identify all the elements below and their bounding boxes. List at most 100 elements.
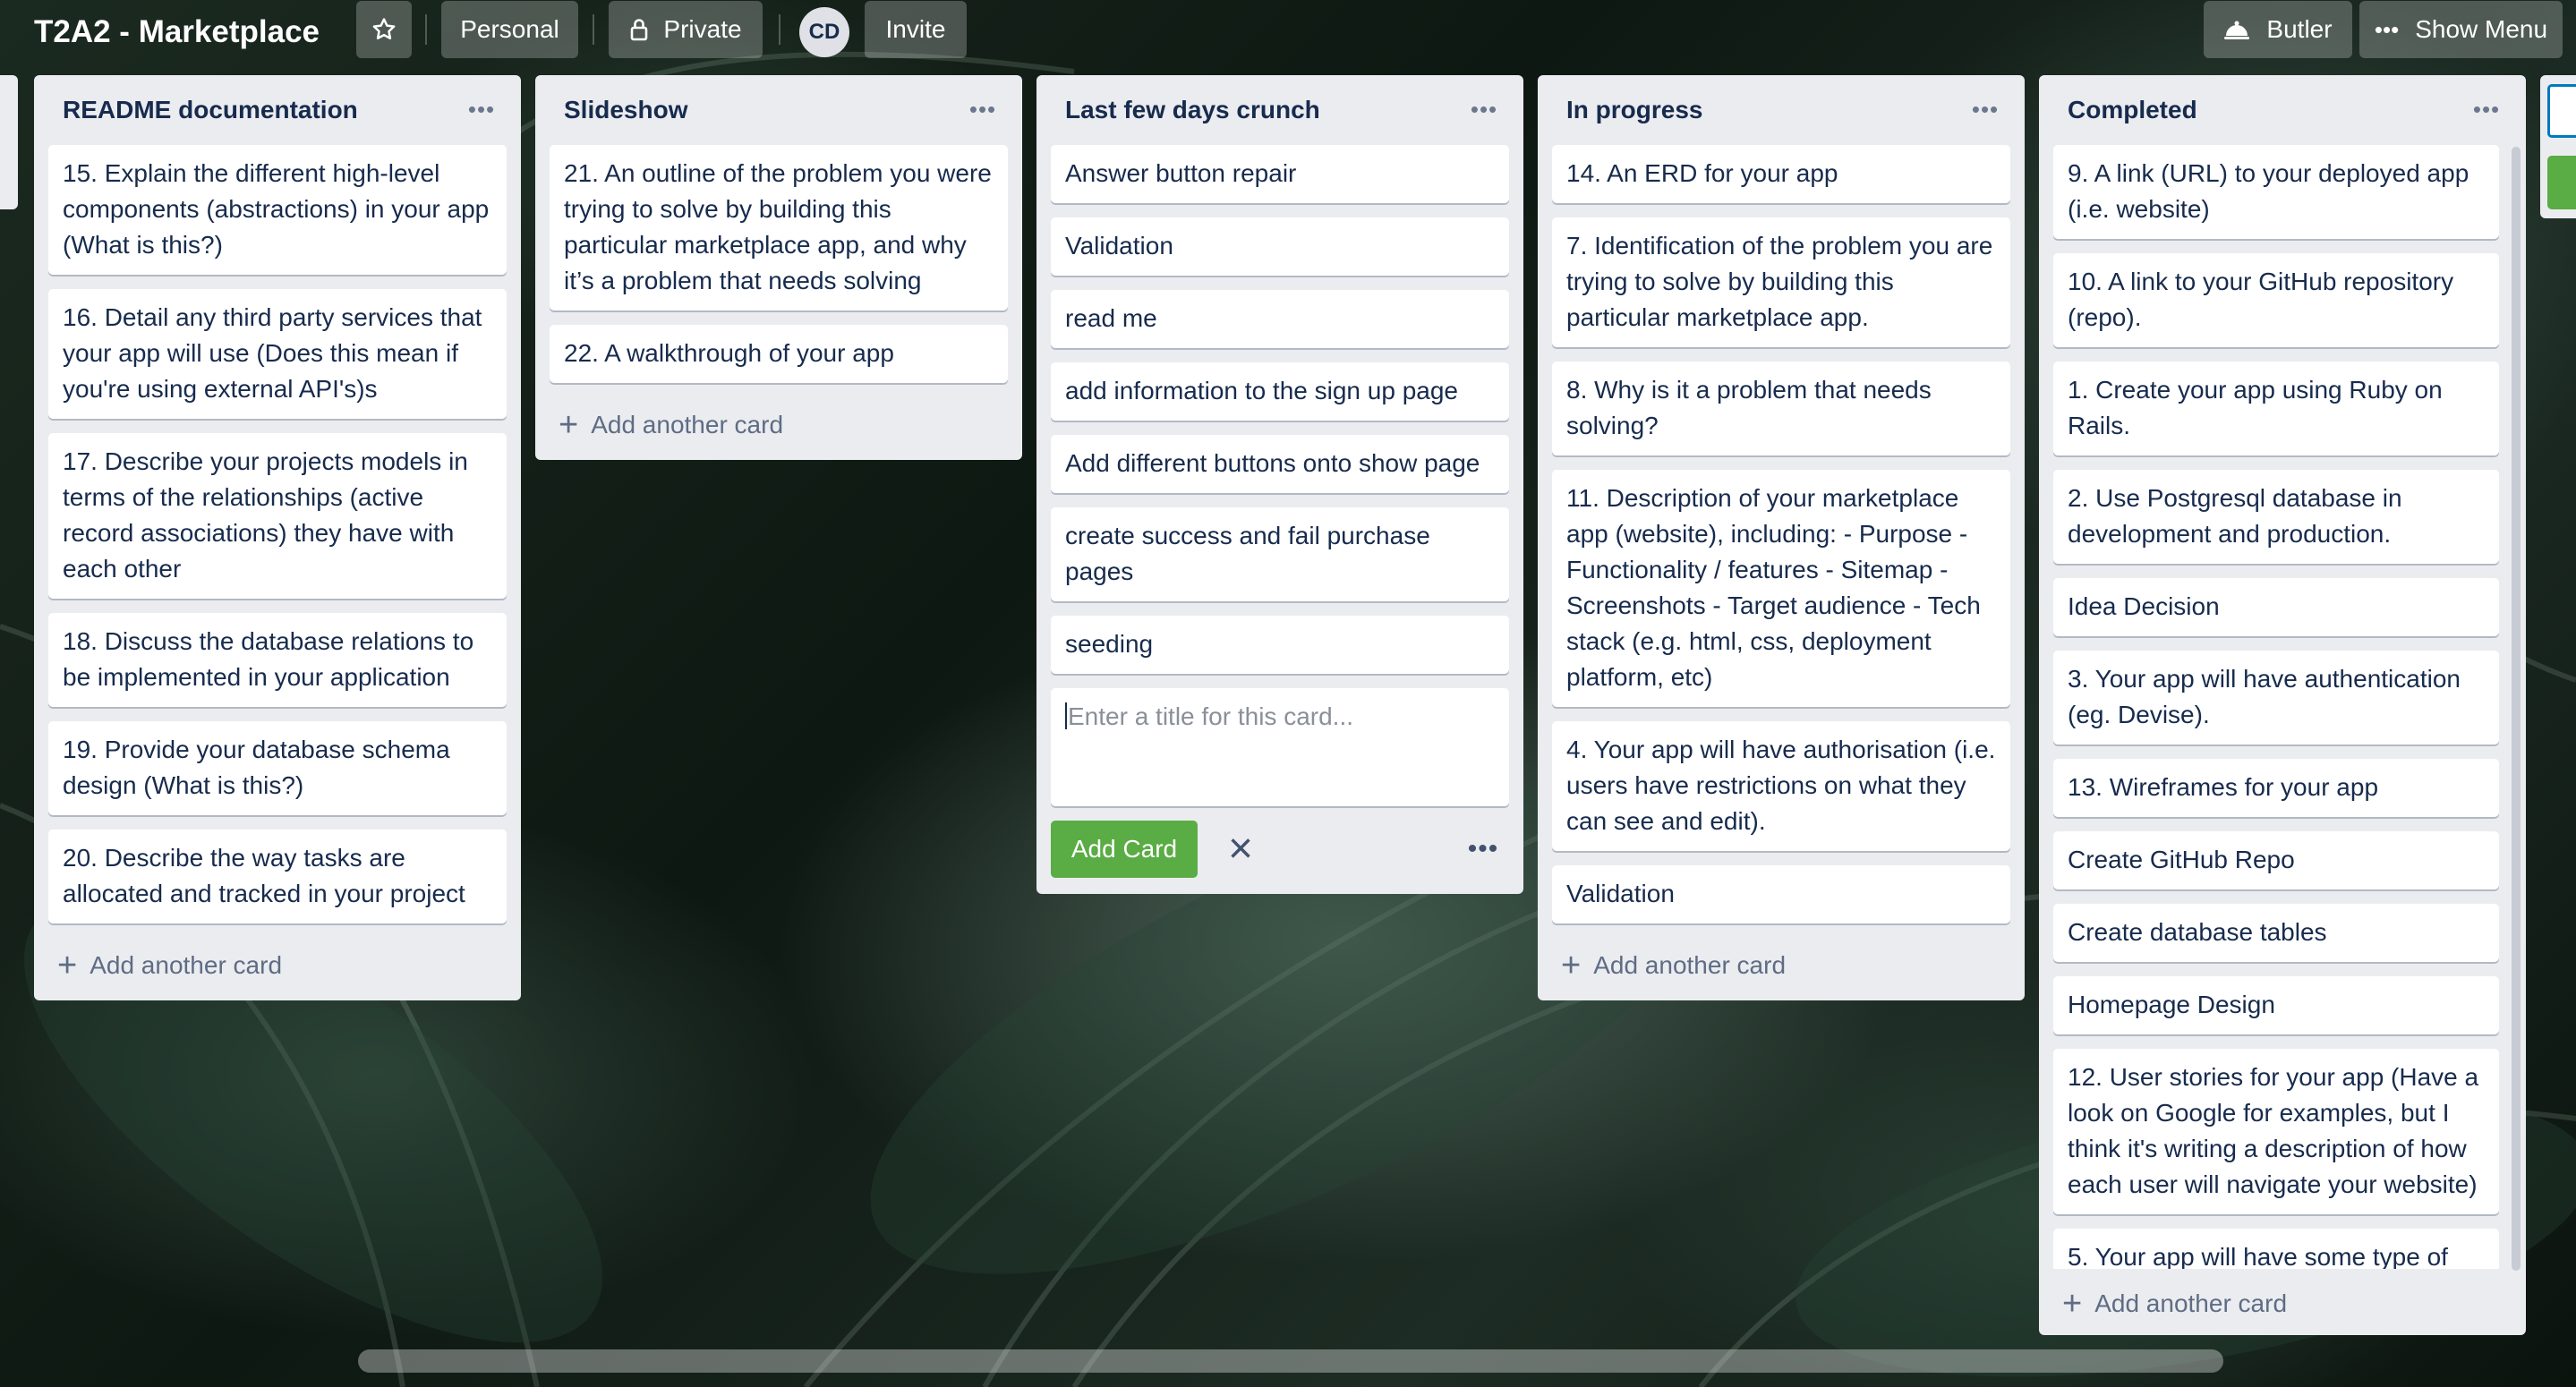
card[interactable]: 16. Detail any third party services that… <box>48 289 507 419</box>
card-scroll-area[interactable]: 9. A link (URL) to your deployed app (i.… <box>2039 145 2526 1269</box>
card[interactable]: 12. User stories for your app (Have a lo… <box>2053 1049 2499 1214</box>
card[interactable]: create success and fail purchase pages <box>1051 507 1509 601</box>
card[interactable]: 20. Describe the way tasks are allocated… <box>48 830 507 923</box>
card[interactable]: 8. Why is it a problem that needs solvin… <box>1552 362 2010 455</box>
card-list: 15. Explain the different high-level com… <box>34 145 521 923</box>
list-in-progress: In progress ••• 14. An ERD for your app … <box>1538 75 2025 1000</box>
header-divider <box>593 14 594 45</box>
ellipsis-icon[interactable]: ••• <box>1466 93 1502 125</box>
card[interactable]: Create database tables <box>2053 904 2499 962</box>
card[interactable]: 7. Identification of the problem you are… <box>1552 217 2010 347</box>
list-title[interactable]: In progress <box>1566 95 1702 125</box>
team-visibility-label: Personal <box>460 15 559 43</box>
butler-label: Butler <box>2266 15 2333 43</box>
vertical-scrollbar[interactable] <box>2512 147 2521 1271</box>
header-divider <box>779 14 780 45</box>
member-avatar[interactable]: CD <box>799 7 849 57</box>
list-header: In progress ••• <box>1538 75 2025 145</box>
list-header: Last few days crunch ••• <box>1036 75 1523 145</box>
butler-button[interactable]: Butler <box>2204 1 2352 58</box>
header-divider <box>425 14 427 45</box>
privacy-label: Private <box>663 15 742 43</box>
list-readme-documentation: README documentation ••• 15. Explain the… <box>34 75 521 1000</box>
ellipsis-icon[interactable]: ••• <box>2469 93 2504 125</box>
card[interactable]: 2. Use Postgresql database in developmen… <box>2053 470 2499 564</box>
card[interactable]: seeding <box>1051 616 1509 674</box>
board-header: T2A2 - Marketplace Personal Private CD I… <box>0 0 2576 68</box>
text-caret <box>1065 702 1067 729</box>
card[interactable]: read me <box>1051 290 1509 348</box>
card[interactable]: 9. A link (URL) to your deployed app (i.… <box>2053 145 2499 239</box>
card[interactable]: 4. Your app will have authorisation (i.e… <box>1552 721 2010 851</box>
partial-list-left <box>0 75 18 209</box>
card[interactable]: Create GitHub Repo <box>2053 831 2499 889</box>
list-header: Slideshow ••• <box>535 75 1022 145</box>
card[interactable]: Add different buttons onto show page <box>1051 435 1509 493</box>
add-list-button[interactable] <box>2547 156 2576 209</box>
add-card-label: Add another card <box>90 951 283 979</box>
team-visibility-button[interactable]: Personal <box>441 1 578 58</box>
show-menu-label: Show Menu <box>2415 15 2548 43</box>
card[interactable]: Answer button repair <box>1051 145 1509 203</box>
list-title[interactable]: Last few days crunch <box>1065 95 1320 125</box>
add-card-label: Add another card <box>591 411 784 438</box>
card[interactable]: Validation <box>1051 217 1509 276</box>
board-title[interactable]: T2A2 - Marketplace <box>34 13 320 52</box>
card[interactable]: 10. A link to your GitHub repository (re… <box>2053 253 2499 347</box>
card[interactable]: 11. Description of your marketplace app … <box>1552 470 2010 707</box>
list-last-few-days-crunch: Last few days crunch ••• Answer button r… <box>1036 75 1523 894</box>
card-list: 9. A link (URL) to your deployed app (i.… <box>2039 145 2526 1269</box>
show-menu-button[interactable]: ••• Show Menu <box>2359 1 2563 58</box>
card[interactable]: Homepage Design <box>2053 976 2499 1034</box>
add-list-composer-partial <box>2540 75 2576 218</box>
card[interactable]: 15. Explain the different high-level com… <box>48 145 507 275</box>
card-title-placeholder: Enter a title for this card... <box>1068 702 1354 730</box>
member-initials: CD <box>808 20 840 44</box>
privacy-button[interactable]: Private <box>609 1 763 58</box>
list-title[interactable]: README documentation <box>63 95 358 125</box>
add-card-button[interactable]: + Add another card <box>2053 1276 2510 1332</box>
ellipsis-icon[interactable]: ••• <box>965 93 1001 125</box>
card[interactable]: 13. Wireframes for your app <box>2053 759 2499 817</box>
butler-bell-icon <box>2224 21 2250 39</box>
card-list: 21. An outline of the problem you were t… <box>535 145 1022 383</box>
lock-icon <box>631 19 648 41</box>
ellipsis-icon: ••• <box>2374 15 2400 43</box>
ellipsis-icon[interactable]: ••• <box>1967 93 2003 125</box>
plus-icon: + <box>2062 1285 2083 1323</box>
card[interactable]: 14. An ERD for your app <box>1552 145 2010 203</box>
add-card-submit-button[interactable]: Add Card <box>1051 821 1198 878</box>
card[interactable]: Validation <box>1552 865 2010 923</box>
card[interactable]: Idea Decision <box>2053 578 2499 636</box>
card[interactable]: 1. Create your app using Ruby on Rails. <box>2053 362 2499 455</box>
ellipsis-icon[interactable]: ••• <box>1461 831 1506 867</box>
card[interactable]: 18. Discuss the database relations to be… <box>48 613 507 707</box>
card[interactable]: 5. Your app will have some type of file <box>2053 1229 2499 1269</box>
close-icon[interactable]: × <box>1221 828 1260 871</box>
plus-icon: + <box>1561 947 1582 984</box>
card[interactable]: add information to the sign up page <box>1051 362 1509 421</box>
star-icon <box>372 18 396 39</box>
card[interactable]: 3. Your app will have authentication (eg… <box>2053 651 2499 745</box>
add-card-button[interactable]: + Add another card <box>1552 938 2010 993</box>
invite-button[interactable]: Invite <box>865 1 967 58</box>
list-header: Completed ••• <box>2039 75 2526 145</box>
list-title-input[interactable] <box>2547 84 2576 138</box>
ellipsis-icon[interactable]: ••• <box>464 93 499 125</box>
invite-label: Invite <box>885 15 946 43</box>
list-completed: Completed ••• 9. A link (URL) to your de… <box>2039 75 2526 1335</box>
list-title[interactable]: Slideshow <box>564 95 687 125</box>
card[interactable]: 17. Describe your projects models in ter… <box>48 433 507 599</box>
list-slideshow: Slideshow ••• 21. An outline of the prob… <box>535 75 1022 460</box>
card[interactable]: 22. A walkthrough of your app <box>550 325 1008 383</box>
card-title-input[interactable]: Enter a title for this card... <box>1051 688 1509 806</box>
card[interactable]: 19. Provide your database schema design … <box>48 721 507 815</box>
add-card-button[interactable]: + Add another card <box>48 938 507 993</box>
star-button[interactable] <box>356 1 412 58</box>
list-title[interactable]: Completed <box>2068 95 2197 125</box>
horizontal-scrollbar[interactable] <box>358 1349 2223 1373</box>
add-card-button[interactable]: + Add another card <box>550 397 1008 453</box>
card-list: Answer button repair Validation read me … <box>1036 145 1523 880</box>
card[interactable]: 21. An outline of the problem you were t… <box>550 145 1008 311</box>
card-list: 14. An ERD for your app 7. Identificatio… <box>1538 145 2025 923</box>
